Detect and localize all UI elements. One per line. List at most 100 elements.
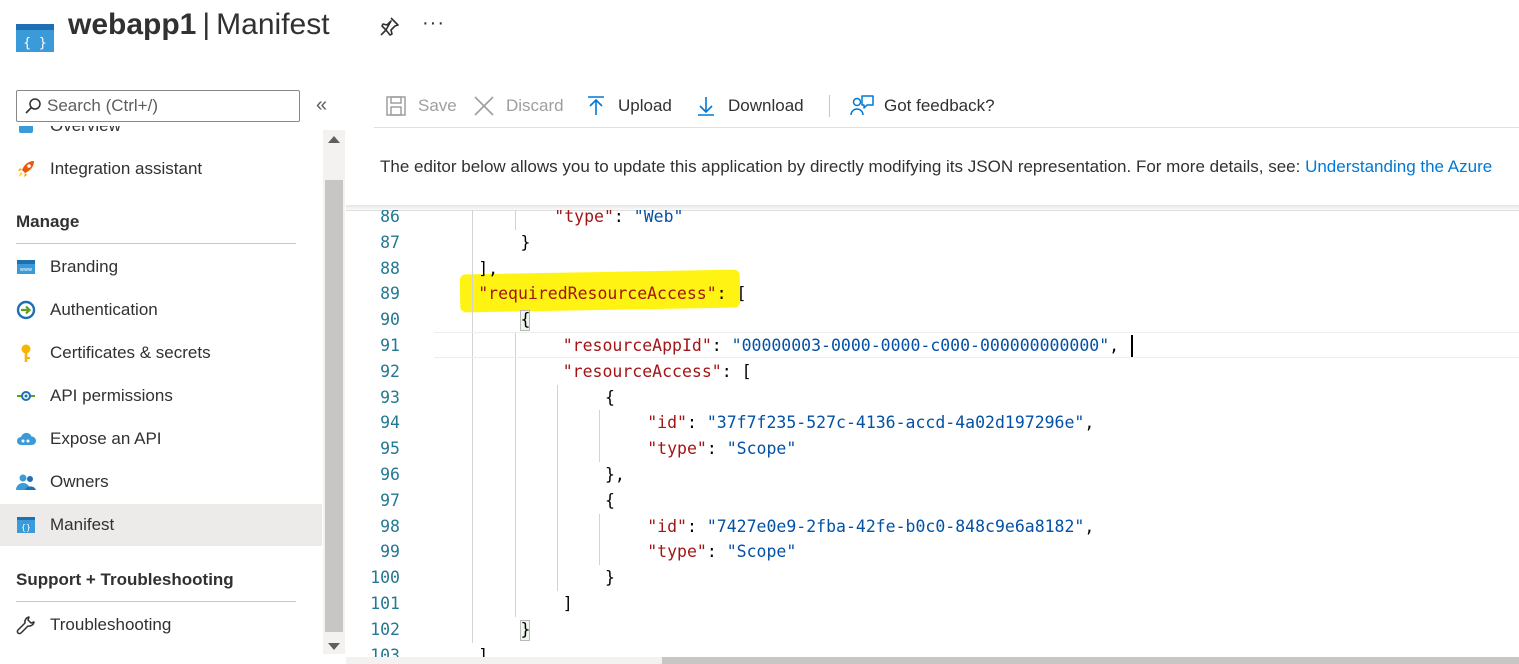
search-input[interactable] [47,95,297,117]
sidebar-item-manifest[interactable]: {} Manifest [0,504,322,546]
line-number: 88 [380,258,400,278]
line-number: 97 [380,490,400,510]
code-text: "id": "37f7f235-527c-4136-accd-4a02d1972… [647,410,1094,436]
upload-icon [584,94,608,118]
code-line: 100} [346,565,1519,591]
json-string-value: "00000003-0000-0000-c000-000000000000" [731,336,1110,355]
json-string-value: "Web" [633,210,684,226]
code-text: "type": "Scope" [647,539,796,565]
sidebar-item-api-permissions[interactable]: API permissions [0,375,322,417]
sidebar-item-label: Integration assistant [50,159,203,178]
code-line: 93 { [346,385,1519,411]
download-button[interactable]: Download [694,84,804,128]
discard-button[interactable]: Discard [472,84,564,128]
json-key: "resourceAppId" [562,336,712,355]
line-number: 92 [380,361,400,381]
json-punctuation: }, [605,465,625,484]
sidebar-item-authentication[interactable]: Authentication [0,289,322,331]
understanding-manifest-link[interactable]: Understanding the Azure [1305,157,1492,176]
sidebar-item-overview[interactable]: Overview [0,126,322,147]
code-line: 94 "id": "37f7f235-527c-4136-accd-4a02d19… [346,410,1519,436]
key-icon [16,343,36,363]
sidebar-item-expose-an-api[interactable]: Expose an API [0,418,322,460]
more-options-icon[interactable]: ··· [422,12,445,35]
json-editor[interactable]: 86 "type": "Web" 87} 88], 89 "requiredResourc… [346,210,1519,664]
section-title-manage: Manage [16,212,80,231]
editor-horizontal-scrollbar[interactable] [346,657,1519,664]
json-key: "type" [647,439,707,459]
cloud-api-icon [16,429,36,449]
json-key: "resourceAccess" [562,361,722,381]
line-number: 102 [370,619,400,639]
sidebar-nav: Overview Integration assistant Manage ww… [0,126,322,664]
code-line: 87} [346,230,1519,256]
info-text: The editor below allows you to update th… [380,157,1519,181]
sidebar-item-label: Overview [50,126,121,136]
save-button[interactable]: Save [384,84,457,128]
horizontal-scrollbar-thumb[interactable] [662,657,1519,664]
json-key: "id" [647,516,687,536]
json-colon: : [687,413,707,433]
json-key: "requiredResourceAccess" [478,284,717,304]
code-text: { [605,488,615,514]
pin-icon[interactable] [378,16,400,38]
sidebar-item-label: API permissions [50,386,173,405]
scrollbar-thumb[interactable] [325,180,343,632]
json-key: "type" [647,542,707,562]
code-line: 90 { [346,307,1519,333]
json-punctuation: { [605,387,615,407]
upload-button[interactable]: Upload [584,84,672,128]
code-text: "type": "Web" [554,210,683,230]
json-colon: : [613,210,634,226]
code-line: 99 "type": "Scope" [346,539,1519,565]
json-punctuation: { [605,490,615,510]
svg-text:www: www [20,267,32,273]
code-text: "id": "7427e0e9-2fba-42fe-b0c0-848c9e6a8… [647,514,1094,540]
section-divider [16,243,296,244]
json-colon: : [706,542,727,562]
sidebar-item-branding[interactable]: www Branding [0,246,322,288]
sidebar-item-label: Owners [50,472,109,491]
search-box[interactable] [16,90,300,122]
line-number: 89 [380,284,400,304]
code-text: } [521,617,531,643]
close-icon [472,94,496,118]
sidebar-item-integration-assistant[interactable]: Integration assistant [0,148,322,190]
code-text: { [521,307,531,333]
json-punctuation: , [1109,336,1120,355]
toolbar-separator [829,95,830,117]
overview-icon [16,126,36,136]
collapse-sidebar-icon[interactable]: « [316,94,327,117]
json-punctuation: ], [478,258,499,278]
sidebar: « Overview Integration assistant Manage [0,84,346,664]
line-number: 99 [380,542,400,562]
json-punctuation: : [ [716,284,747,304]
sidebar-scrollbar[interactable] [323,130,345,654]
search-icon [25,98,41,114]
sidebar-item-certificates-secrets[interactable]: Certificates & secrets [0,332,322,374]
section-title-support-troubleshooting: Support + Troubleshooting [16,570,234,589]
code-text: "resourceAppId": "00000003-0000-0000-c00… [563,333,1119,359]
scroll-down-arrow-icon[interactable] [328,643,340,650]
section-divider [16,601,296,602]
json-string-value: "37f7f235-527c-4136-accd-4a02d197296e" [706,413,1085,433]
json-punctuation: : [ [721,361,752,381]
sidebar-item-troubleshooting[interactable]: Troubleshooting [0,604,322,646]
json-string-value: "Scope" [726,542,797,562]
code-line: 95 "type": "Scope" [346,436,1519,462]
manifest-icon: {} [16,515,36,535]
line-number: 95 [380,439,400,459]
blade-title: Manifest [216,8,330,41]
line-number: 91 [380,336,400,355]
save-label: Save [418,96,457,115]
text-caret [1130,335,1133,357]
json-string-value: "Scope" [726,439,797,459]
code-text: } [521,230,531,256]
svg-text:{ }: { } [23,36,46,51]
scroll-up-arrow-icon[interactable] [328,136,340,143]
code-text: { [605,385,615,411]
save-icon [384,94,408,118]
sidebar-item-owners[interactable]: Owners [0,461,322,503]
feedback-button[interactable]: Got feedback? [850,84,995,128]
line-number: 87 [380,232,400,252]
